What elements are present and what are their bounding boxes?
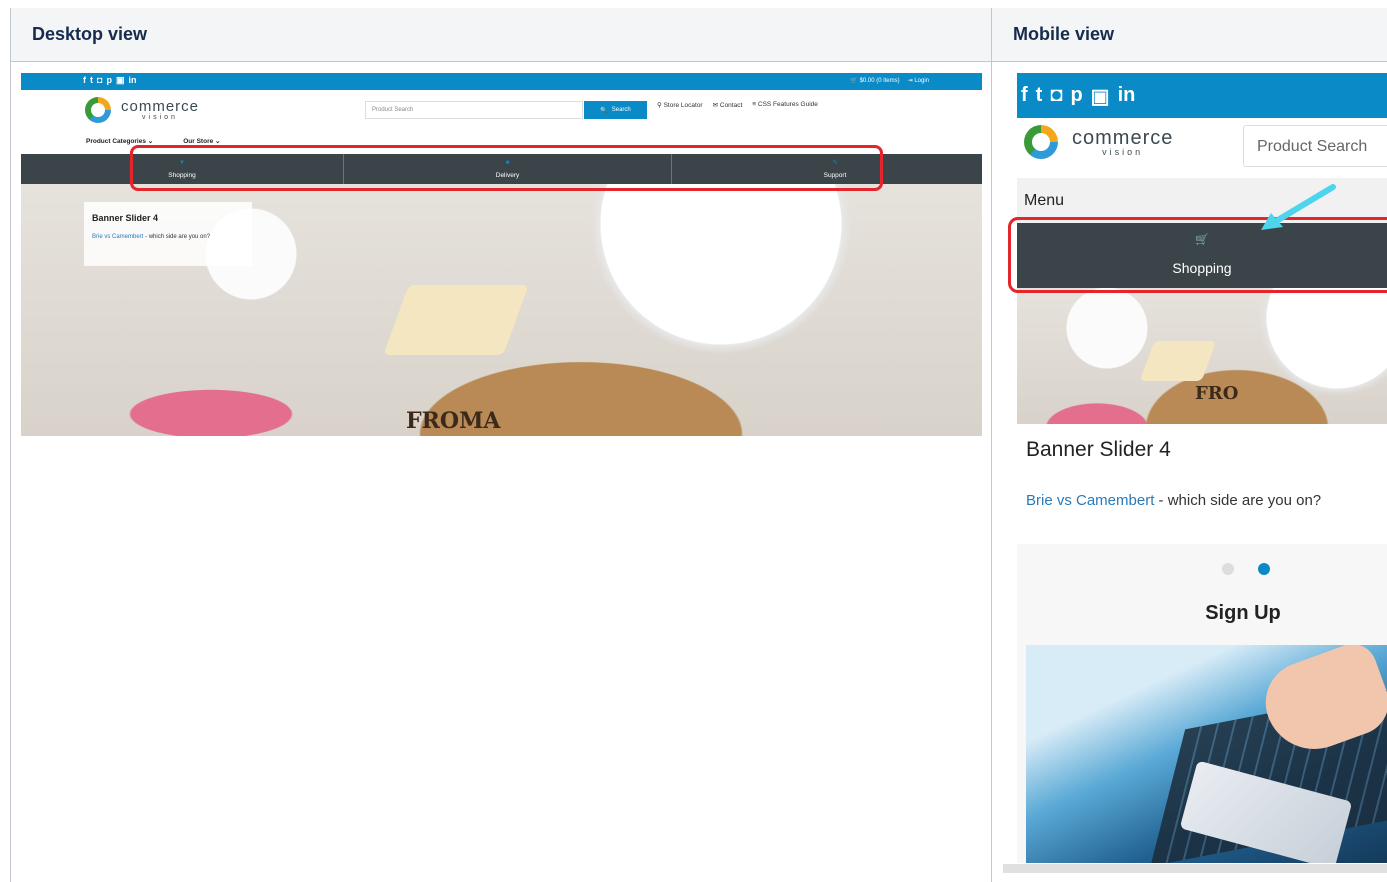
- banner-title: Banner Slider 4: [92, 213, 159, 223]
- pinterest-icon[interactable]: p: [106, 75, 112, 86]
- logo[interactable]: commerce vision: [1024, 125, 1173, 159]
- contact-label: Contact: [719, 102, 743, 109]
- cheese-wedge-shape: [383, 285, 529, 355]
- top-bar: [21, 73, 982, 90]
- twitter-icon[interactable]: t: [1036, 84, 1043, 109]
- desktop-screenshot: f t ◘ p ▣ in 🛒 $0.00 (0 items) ⇥ Login c…: [21, 73, 982, 436]
- mobile-view-header: Mobile view: [992, 8, 1387, 62]
- contact-link[interactable]: ✉ Contact: [713, 101, 743, 109]
- category-nav: Product Categories ⌄ Our Store ⌄: [86, 137, 220, 145]
- logo[interactable]: commerce vision: [85, 95, 225, 125]
- search-button-label: Search: [611, 107, 631, 113]
- column-divider: [991, 8, 992, 882]
- slider-dot[interactable]: [1222, 563, 1234, 575]
- logo-main-text: commerce: [121, 98, 200, 115]
- twitter-icon[interactable]: t: [90, 75, 93, 86]
- nav-our-store[interactable]: Our Store ⌄: [183, 137, 220, 145]
- signup-title: Sign Up: [1205, 602, 1281, 624]
- banner-link[interactable]: Brie vs Camembert: [1026, 492, 1154, 509]
- laptop-photo: [1026, 645, 1387, 863]
- logo-sub-text: vision: [1102, 146, 1144, 157]
- board-lettering: FRO: [1195, 383, 1239, 404]
- linkedin-icon[interactable]: in: [1118, 84, 1136, 109]
- social-icons: f t ◘ p ▣ in: [83, 75, 136, 86]
- nav-product-categories[interactable]: Product Categories ⌄: [86, 137, 153, 145]
- logo-mark-icon: [85, 97, 111, 123]
- banner-caption: Banner Slider 4 Brie vs Camembert - whic…: [84, 202, 252, 266]
- desktop-view-title: Desktop view: [32, 24, 148, 44]
- logo-sub-text: vision: [142, 114, 178, 121]
- horizontal-scrollbar[interactable]: [1003, 864, 1387, 873]
- logo-mark-icon: [1024, 125, 1058, 159]
- desktop-view-header: Desktop view: [11, 8, 991, 62]
- banner-link[interactable]: Brie vs Camembert: [92, 234, 143, 240]
- login-link[interactable]: ⇥ Login: [908, 77, 929, 84]
- store-locator-label: Store Locator: [663, 102, 703, 109]
- store-locator-link[interactable]: ⚲ Store Locator: [657, 101, 703, 109]
- nav-our-store-label: Our Store: [183, 138, 214, 145]
- pinterest-icon[interactable]: p: [1070, 84, 1082, 109]
- cart-link[interactable]: 🛒 $0.00 (0 items): [850, 77, 899, 84]
- desktop-menu-highlight: [130, 145, 883, 191]
- search-input[interactable]: Product Search: [1243, 125, 1387, 167]
- login-icon: ⇥: [907, 78, 913, 84]
- facebook-icon[interactable]: f: [1021, 84, 1028, 109]
- facebook-icon[interactable]: f: [83, 75, 86, 86]
- search-icon: 🔍: [600, 107, 608, 114]
- css-guide-link[interactable]: ≡ CSS Features Guide: [752, 101, 818, 109]
- banner-subtitle-rest: - which side are you on?: [143, 234, 211, 240]
- nav-product-categories-label: Product Categories: [86, 138, 146, 145]
- linkedin-icon[interactable]: in: [128, 75, 136, 86]
- logo-main-text: commerce: [1072, 126, 1174, 149]
- youtube-icon[interactable]: ▣: [1091, 84, 1110, 109]
- search-input[interactable]: Product Search: [365, 101, 583, 119]
- board-lettering: FROMA: [406, 408, 501, 434]
- cart-icon: 🛒: [850, 78, 858, 84]
- search-button[interactable]: 🔍 Search: [584, 101, 647, 119]
- cart-total: $0.00 (0 items): [859, 78, 900, 84]
- header-links: ⚲ Store Locator ✉ Contact ≡ CSS Features…: [657, 101, 818, 109]
- cart-login: 🛒 $0.00 (0 items) ⇥ Login: [850, 77, 929, 84]
- arrow-annotation-icon: [1261, 184, 1336, 230]
- instagram-icon[interactable]: ◘: [1050, 84, 1062, 109]
- css-guide-label: CSS Features Guide: [757, 101, 818, 108]
- banner-subtitle-rest: - which side are you on?: [1154, 492, 1322, 509]
- slider-dots: [1222, 563, 1270, 575]
- slider-dot-active[interactable]: [1258, 563, 1270, 575]
- login-label: Login: [914, 78, 929, 84]
- banner-subtitle: Brie vs Camembert - which side are you o…: [92, 234, 244, 240]
- youtube-icon[interactable]: ▣: [116, 75, 125, 86]
- social-icons: f t ◘ p ▣ in: [1021, 84, 1135, 109]
- mobile-view-title: Mobile view: [1013, 24, 1115, 44]
- banner-title: Banner Slider 4: [1026, 438, 1171, 461]
- instagram-icon[interactable]: ◘: [97, 75, 102, 86]
- banner-subtitle: Brie vs Camembert - which side are you o…: [1026, 492, 1321, 509]
